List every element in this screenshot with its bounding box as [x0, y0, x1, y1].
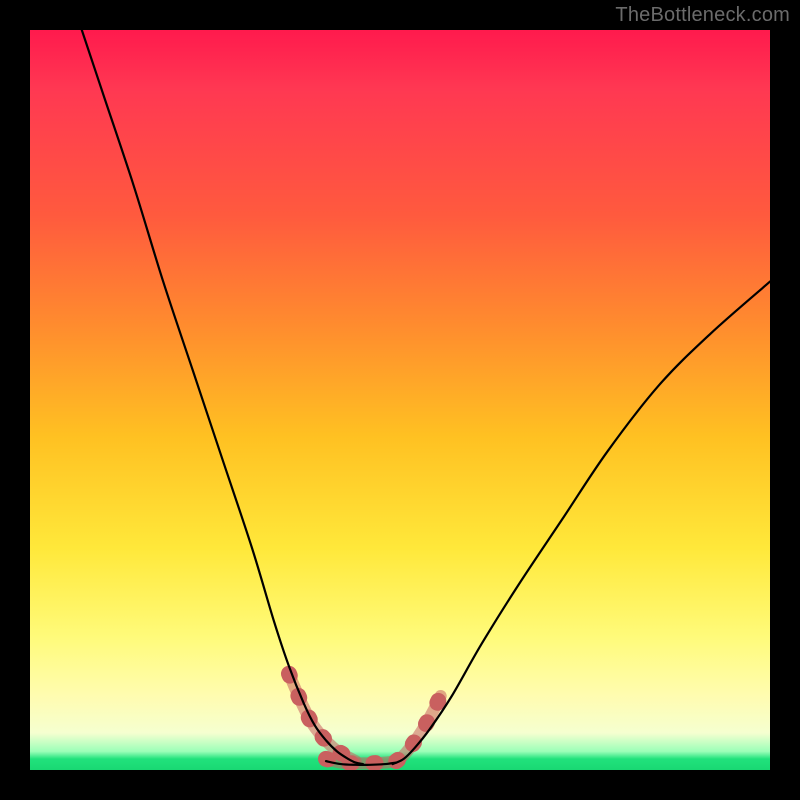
- curve-layer: [82, 30, 770, 765]
- left-curve: [82, 30, 363, 764]
- watermark-text: TheBottleneck.com: [615, 4, 790, 27]
- right-curve: [393, 282, 770, 764]
- chart-curves-svg: [30, 30, 770, 770]
- chart-plot-area: [30, 30, 770, 770]
- chart-frame: TheBottleneck.com: [0, 0, 800, 800]
